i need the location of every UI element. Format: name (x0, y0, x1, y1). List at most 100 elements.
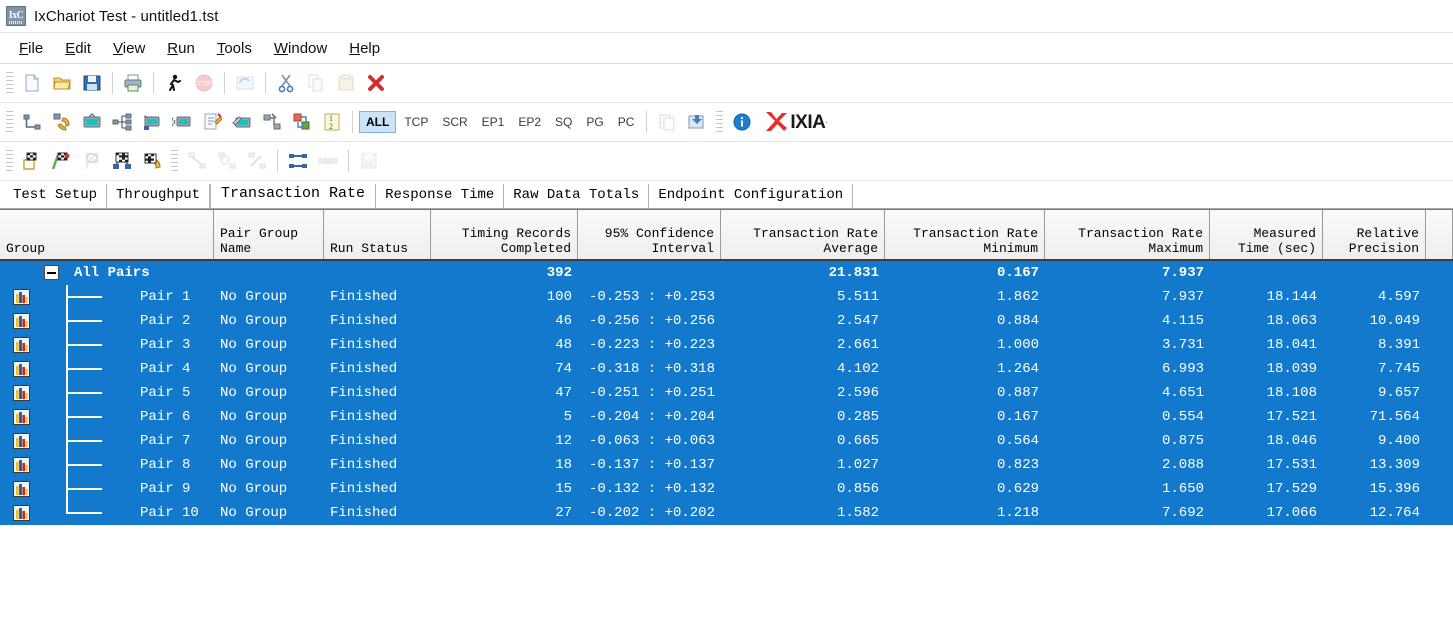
column-header-group[interactable]: Group (0, 210, 214, 259)
column-header-conf[interactable]: 95% Confidence Interval (578, 210, 721, 259)
filter-sq-button[interactable]: SQ (549, 111, 578, 133)
add-vcast-pair-icon[interactable] (167, 107, 197, 137)
group-cell[interactable]: Pair 1 (0, 285, 214, 309)
column-header-pgname[interactable]: Pair Group Name (214, 210, 324, 259)
bar-chart-icon[interactable] (13, 385, 30, 401)
menu-view[interactable]: View (102, 37, 156, 60)
column-header-max[interactable]: Transaction Rate Maximum (1045, 210, 1210, 259)
bar-chart-icon[interactable] (13, 433, 30, 449)
column-header-measured[interactable]: Measured Time (sec) (1210, 210, 1323, 259)
tab-endpoint-configuration[interactable]: Endpoint Configuration (649, 184, 853, 208)
table-row[interactable]: Pair 2No GroupFinished46-0.256 : +0.2562… (0, 309, 1453, 333)
table-row[interactable]: Pair 4No GroupFinished74-0.318 : +0.3184… (0, 357, 1453, 381)
toolbar-grip[interactable] (171, 150, 178, 172)
column-header-min[interactable]: Transaction Rate Minimum (885, 210, 1045, 259)
add-video-multicast-icon[interactable] (137, 107, 167, 137)
group-cell[interactable]: All Pairs (0, 261, 214, 285)
table-row[interactable]: Pair 1No GroupFinished100-0.253 : +0.253… (0, 285, 1453, 309)
filter-all-button[interactable]: ALL (359, 111, 396, 133)
run-selected-icon[interactable] (47, 146, 77, 176)
run-group-icon[interactable] (17, 146, 47, 176)
menu-edit[interactable]: Edit (54, 37, 102, 60)
open-test-icon[interactable] (47, 68, 77, 98)
renumber-pairs-icon[interactable]: 1 2 (317, 107, 347, 137)
table-row[interactable]: Pair 3No GroupFinished48-0.223 : +0.2232… (0, 333, 1453, 357)
table-row[interactable]: Pair 6No GroupFinished5-0.204 : +0.2040.… (0, 405, 1453, 429)
group-cell[interactable]: Pair 8 (0, 453, 214, 477)
cell-pgname: No Group (214, 453, 324, 477)
group-cell[interactable]: Pair 2 (0, 309, 214, 333)
bar-chart-icon[interactable] (13, 505, 30, 521)
menu-file[interactable]: File (8, 37, 54, 60)
save-test-icon[interactable] (77, 68, 107, 98)
group-cell[interactable]: Pair 9 (0, 477, 214, 501)
cell-prec: 71.564 (1323, 405, 1426, 429)
toolbar-grip[interactable] (6, 72, 13, 94)
edit-pair-icon[interactable] (197, 107, 227, 137)
edit-multicast-icon[interactable] (257, 107, 287, 137)
add-voip-pair-icon[interactable] (47, 107, 77, 137)
filter-scr-button[interactable]: SCR (436, 111, 473, 133)
run-test-icon[interactable] (159, 68, 189, 98)
run-voip-icon[interactable] (137, 146, 167, 176)
print-icon[interactable] (118, 68, 148, 98)
tab-raw-data-totals[interactable]: Raw Data Totals (504, 184, 649, 208)
toolbar-grip[interactable] (6, 150, 13, 172)
table-row[interactable]: Pair 8No GroupFinished18-0.137 : +0.1371… (0, 453, 1453, 477)
filter-pc-button[interactable]: PC (612, 111, 641, 133)
toolbar-grip[interactable] (716, 111, 723, 133)
tab-throughput[interactable]: Throughput (107, 184, 210, 208)
add-pair-icon[interactable] (17, 107, 47, 137)
run-batch-icon[interactable] (107, 146, 137, 176)
bar-chart-icon[interactable] (13, 313, 30, 329)
group-cell[interactable]: Pair 3 (0, 333, 214, 357)
toolbar-grip[interactable] (6, 111, 13, 133)
cell-spare (1426, 333, 1453, 357)
summary-row[interactable]: All Pairs39221.8310.1677.937 (0, 261, 1453, 285)
group-cell[interactable]: Pair 7 (0, 429, 214, 453)
table-row[interactable]: Pair 5No GroupFinished47-0.251 : +0.2512… (0, 381, 1453, 405)
delete-icon[interactable] (361, 68, 391, 98)
bar-chart-icon[interactable] (13, 481, 30, 497)
new-test-icon[interactable] (17, 68, 47, 98)
filter-ep1-button[interactable]: EP1 (476, 111, 511, 133)
menu-window[interactable]: Window (263, 37, 338, 60)
group-cell[interactable]: Pair 6 (0, 405, 214, 429)
table-row[interactable]: Pair 9No GroupFinished15-0.132 : +0.1320… (0, 477, 1453, 501)
column-header-timing[interactable]: Timing Records Completed (431, 210, 578, 259)
group-cell[interactable]: Pair 5 (0, 381, 214, 405)
filter-pg-button[interactable]: PG (580, 111, 609, 133)
menu-run[interactable]: Run (156, 37, 206, 60)
edit-video-pair-icon[interactable] (227, 107, 257, 137)
menu-tools[interactable]: Tools (206, 37, 263, 60)
bar-chart-icon[interactable] (13, 457, 30, 473)
bar-chart-icon[interactable] (13, 289, 30, 305)
export-pair-icon[interactable] (682, 107, 712, 137)
filter-tcp-button[interactable]: TCP (398, 111, 434, 133)
cut-icon[interactable] (271, 68, 301, 98)
table-row[interactable]: Pair 10No GroupFinished27-0.202 : +0.202… (0, 501, 1453, 525)
pair-link-icon[interactable] (283, 146, 313, 176)
tab-transaction-rate[interactable]: Transaction Rate (210, 184, 376, 208)
column-header-prec[interactable]: Relative Precision (1323, 210, 1426, 259)
cell-measured: 18.046 (1210, 429, 1323, 453)
menu-help[interactable]: Help (338, 37, 391, 60)
group-cell[interactable]: Pair 4 (0, 357, 214, 381)
cell-avg: 2.596 (721, 381, 885, 405)
tab-test-setup[interactable]: Test Setup (4, 184, 107, 208)
group-cell[interactable]: Pair 10 (0, 501, 214, 525)
column-header-status[interactable]: Run Status (324, 210, 431, 259)
bar-chart-icon[interactable] (13, 337, 30, 353)
column-header-spare[interactable] (1426, 210, 1453, 259)
info-icon[interactable] (727, 107, 757, 137)
table-row[interactable]: Pair 7No GroupFinished12-0.063 : +0.0630… (0, 429, 1453, 453)
add-video-pair-icon[interactable] (77, 107, 107, 137)
bar-chart-icon[interactable] (13, 409, 30, 425)
swap-endpoints-icon[interactable] (287, 107, 317, 137)
filter-ep2-button[interactable]: EP2 (512, 111, 547, 133)
collapse-expander-icon[interactable] (44, 265, 59, 280)
column-header-avg[interactable]: Transaction Rate Average (721, 210, 885, 259)
tab-response-time[interactable]: Response Time (376, 184, 504, 208)
bar-chart-icon[interactable] (13, 361, 30, 377)
add-multicast-group-icon[interactable] (107, 107, 137, 137)
